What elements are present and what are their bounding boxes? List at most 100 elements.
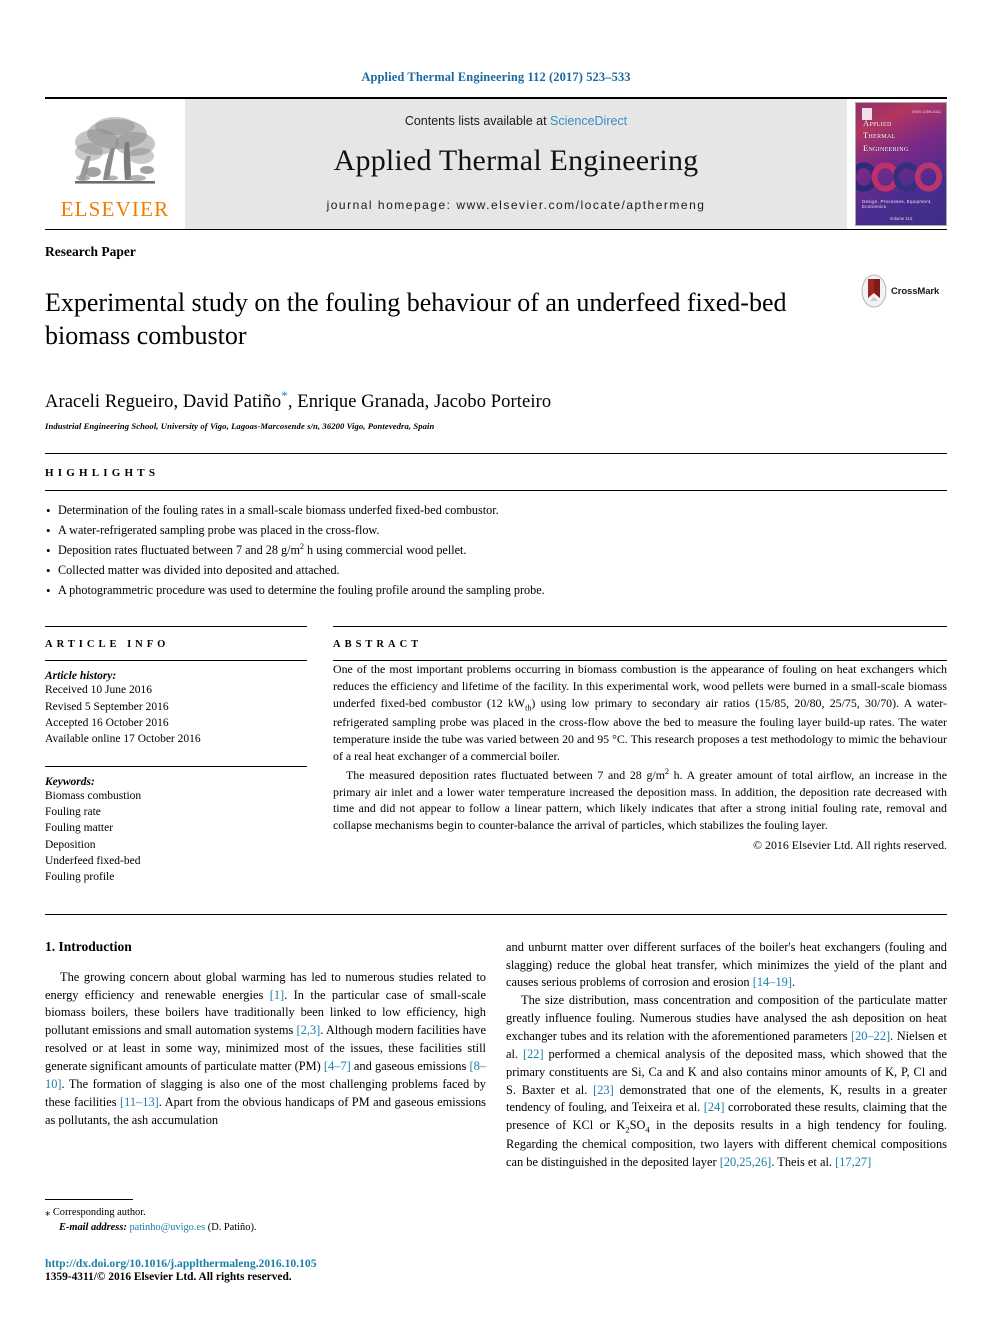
keyword-item: Fouling profile bbox=[45, 871, 115, 884]
keyword-item: Fouling matter bbox=[45, 822, 114, 835]
cover-subtitle: Design, Processes, Equipment, Economics bbox=[862, 199, 932, 209]
citation-link[interactable]: [4–7] bbox=[324, 1059, 351, 1073]
author-list: Araceli Regueiro, David Patiño*, Enrique… bbox=[45, 388, 947, 413]
highlights-list: Determination of the fouling rates in a … bbox=[45, 500, 947, 601]
highlights-bottom-rule bbox=[45, 490, 947, 492]
article-info-top-rule bbox=[45, 626, 307, 628]
citation-link[interactable]: [22] bbox=[523, 1047, 544, 1061]
cover-chain-graphic bbox=[856, 162, 943, 192]
title-row: Experimental study on the fouling behavi… bbox=[45, 270, 947, 370]
intro-paragraph-left: The growing concern about global warming… bbox=[45, 969, 486, 1130]
affiliation: Industrial Engineering School, Universit… bbox=[45, 421, 435, 432]
running-head: Applied Thermal Engineering 112 (2017) 5… bbox=[361, 70, 631, 84]
article-info-bottom-rule bbox=[45, 660, 307, 662]
email-line: E-mail address: patinho@uvigo.es (D. Pat… bbox=[45, 1220, 475, 1235]
keyword-item: Deposition bbox=[45, 838, 96, 851]
doi-link[interactable]: http://dx.doi.org/10.1016/j.applthermale… bbox=[45, 1257, 475, 1270]
corresponding-author-marker: * bbox=[281, 388, 288, 404]
highlight-text: Determination of the fouling rates in a … bbox=[58, 503, 499, 518]
crossmark-badge[interactable]: CrossMark bbox=[861, 270, 947, 308]
cover-title-line2: Thermal bbox=[863, 130, 896, 141]
history-revised: Revised 5 September 2016 bbox=[45, 700, 169, 713]
intro-text-4: and gaseous emissions bbox=[350, 1058, 470, 1073]
journal-homepage-link[interactable]: journal homepage: www.elsevier.com/locat… bbox=[327, 198, 706, 212]
journal-cover-thumbnail: ISSN 1359-4311 Applied Thermal Engineeri… bbox=[847, 99, 947, 229]
cover-volume: Volume 112 bbox=[889, 216, 913, 221]
contents-line: Contents lists available at ScienceDirec… bbox=[405, 114, 627, 128]
keyword-item: Underfeed fixed-bed bbox=[45, 854, 141, 867]
p2-text-8: . Theis et al. bbox=[771, 1154, 836, 1169]
history-accepted: Accepted 16 October 2016 bbox=[45, 717, 169, 730]
contents-prefix: Contents lists available at bbox=[404, 114, 551, 128]
keywords-block: Keywords: Biomass combustion Fouling rat… bbox=[45, 776, 307, 886]
body-left-column: 1. Introduction The growing concern abou… bbox=[45, 939, 486, 1172]
highlight-text: A water-refrigerated sampling probe was … bbox=[58, 523, 380, 538]
abs-p2-a: The measured deposition rates fluctuated… bbox=[346, 767, 665, 782]
abstract-label: ABSTRACT bbox=[333, 639, 423, 651]
history-received: Received 10 June 2016 bbox=[45, 684, 152, 697]
list-item: Collected matter was divided into deposi… bbox=[45, 560, 947, 581]
paper-page: Applied Thermal Engineering 112 (2017) 5… bbox=[0, 0, 992, 1323]
history-available-online: Available online 17 October 2016 bbox=[45, 733, 201, 746]
keyword-item: Fouling rate bbox=[45, 806, 101, 818]
article-history-heading: Article history: bbox=[45, 670, 117, 683]
issn-copyright-line: 1359-4311/© 2016 Elsevier Ltd. All right… bbox=[45, 1271, 292, 1283]
citation-link[interactable]: [2,3] bbox=[297, 1023, 321, 1037]
article-info-column: ARTICLE INFO Article history: Received 1… bbox=[45, 626, 307, 885]
footnote-block: ⁎ Corresponding author. E-mail address: … bbox=[45, 1205, 475, 1235]
authors-part1: Araceli Regueiro, David Patiño bbox=[45, 392, 282, 413]
citation-link[interactable]: [24] bbox=[704, 1100, 725, 1114]
highlights-top-rule bbox=[45, 453, 947, 455]
keywords-rule bbox=[45, 765, 307, 767]
intro-cont-end: . bbox=[791, 975, 796, 990]
masthead-bottom-rule bbox=[45, 229, 947, 230]
citation-link[interactable]: [20–22] bbox=[851, 1029, 890, 1043]
intro-paragraph-right-cont: and unburnt matter over different surfac… bbox=[506, 939, 947, 993]
citation-link[interactable]: [11–13] bbox=[120, 1095, 159, 1109]
body-columns: 1. Introduction The growing concern abou… bbox=[45, 939, 947, 1172]
authors-part2: , Enrique Granada, Jacobo Porteiro bbox=[287, 392, 552, 413]
list-item: A water-refrigerated sampling probe was … bbox=[45, 520, 947, 541]
list-item: Deposition rates fluctuated between 7 an… bbox=[45, 540, 947, 561]
email-link[interactable]: patinho@uvigo.es bbox=[129, 1222, 205, 1233]
body-right-column: and unburnt matter over different surfac… bbox=[506, 939, 947, 1172]
abstract-paragraph-1: One of the most important problems occur… bbox=[333, 661, 947, 764]
page-footer-left: ⁎ Corresponding author. E-mail address: … bbox=[45, 1179, 475, 1283]
keyword-item: Biomass combustion bbox=[45, 789, 142, 802]
elsevier-tree-icon bbox=[75, 117, 155, 184]
cover-title-line1: Applied bbox=[863, 118, 892, 128]
info-abstract-region: ARTICLE INFO Article history: Received 1… bbox=[45, 626, 947, 885]
footnote-text: Corresponding author. bbox=[52, 1206, 146, 1218]
section-heading-introduction: 1. Introduction bbox=[45, 938, 132, 954]
cover-title-line3: Engineering bbox=[863, 142, 909, 153]
email-owner: (D. Patiño). bbox=[207, 1221, 257, 1233]
citation-link[interactable]: [17,27] bbox=[835, 1155, 871, 1169]
intro-paragraph-2: The size distribution, mass concentratio… bbox=[506, 992, 947, 1171]
corresponding-author-note: ⁎ Corresponding author. bbox=[45, 1205, 475, 1220]
journal-masthead: ELSEVIER Contents lists available at Sci… bbox=[45, 97, 947, 229]
citation-link[interactable]: [1] bbox=[270, 988, 284, 1002]
citation-link[interactable]: [23] bbox=[593, 1083, 614, 1097]
article-info-label: ARTICLE INFO bbox=[45, 639, 170, 651]
highlight-text: A photogrammetric procedure was used to … bbox=[58, 582, 545, 597]
list-item: Determination of the fouling rates in a … bbox=[45, 500, 947, 521]
page-title: Experimental study on the fouling behavi… bbox=[45, 288, 787, 351]
p2-text-6: SO bbox=[629, 1118, 646, 1133]
list-item: A photogrammetric procedure was used to … bbox=[45, 580, 947, 601]
cover-artwork: ISSN 1359-4311 Applied Thermal Engineeri… bbox=[855, 102, 947, 226]
journal-title: Applied Thermal Engineering bbox=[333, 144, 699, 177]
abstract-copyright: © 2016 Elsevier Ltd. All rights reserved… bbox=[753, 838, 947, 853]
highlight-text: Collected matter was divided into deposi… bbox=[58, 562, 340, 577]
sciencedirect-link[interactable]: ScienceDirect bbox=[550, 114, 627, 128]
citation-link[interactable]: [14–19] bbox=[753, 975, 792, 989]
paper-type-label: Research Paper bbox=[45, 244, 136, 259]
citation-link[interactable]: [20,25,26] bbox=[720, 1155, 772, 1169]
body-top-rule bbox=[45, 913, 947, 915]
footnote-rule bbox=[45, 1198, 133, 1200]
masthead-center: Contents lists available at ScienceDirec… bbox=[185, 99, 847, 229]
crossmark-icon bbox=[861, 274, 887, 308]
abstract-column: ABSTRACT One of the most important probl… bbox=[333, 626, 947, 885]
crossmark-label: CrossMark bbox=[891, 285, 940, 297]
footnote-marker: ⁎ bbox=[45, 1206, 51, 1218]
email-label: E-mail address: bbox=[59, 1221, 127, 1233]
